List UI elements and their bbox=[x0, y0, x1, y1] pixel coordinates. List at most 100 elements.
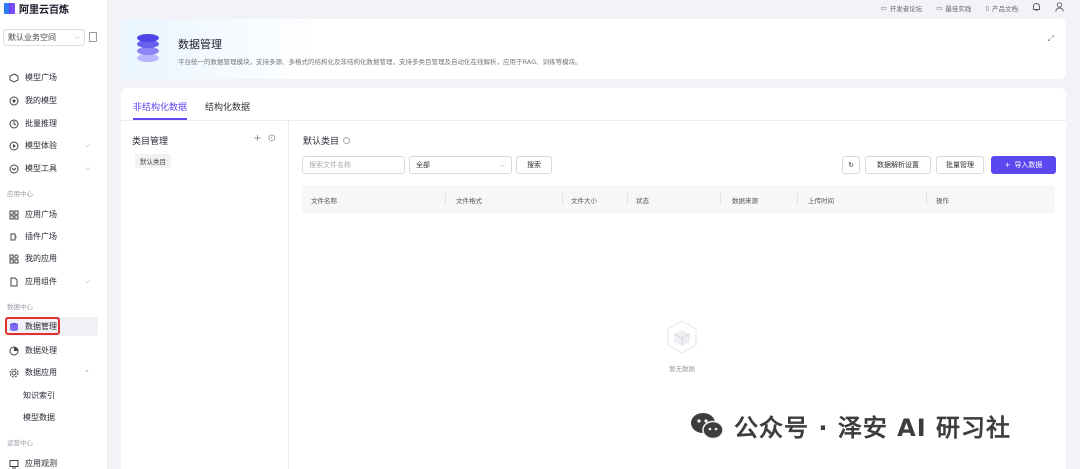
sidebar-item-label: 应用广场 bbox=[25, 210, 57, 219]
column-separator bbox=[926, 193, 927, 205]
wechat-icon bbox=[691, 412, 724, 439]
forum-icon: ▭ bbox=[880, 4, 887, 12]
highlight-outline bbox=[5, 317, 60, 335]
plus-icon[interactable]: + bbox=[253, 133, 261, 144]
apps-icon bbox=[9, 253, 19, 264]
group-label-app-center: 应用中心 bbox=[7, 190, 33, 198]
sidebar-item-plugin-square[interactable]: 插件广场 bbox=[6, 227, 98, 246]
logo-icon bbox=[4, 3, 15, 14]
topbar-link-docs[interactable]: ▯ 产品文档 bbox=[985, 3, 1018, 13]
sidebar-item-label: 插件广场 bbox=[25, 232, 57, 241]
chevron-down-icon: ⌵ bbox=[499, 160, 505, 169]
component-icon bbox=[9, 277, 19, 287]
column-header-file-format: 文件格式 bbox=[456, 197, 482, 205]
refresh-icon: ↻ bbox=[848, 161, 854, 169]
grid-icon bbox=[9, 210, 19, 220]
page-title: 数据管理 bbox=[178, 38, 222, 51]
sidebar-item-label: 模型工具 bbox=[25, 164, 57, 173]
plugin-icon bbox=[9, 232, 19, 242]
sidebar-item-batch-inference[interactable]: 批量推理 bbox=[6, 114, 98, 133]
sidebar-item-knowledge-index[interactable]: 知识索引 bbox=[6, 386, 98, 405]
cube-icon bbox=[9, 72, 19, 83]
sidebar-item-data-apps[interactable]: 数据应用 ⌃ bbox=[6, 363, 98, 382]
group-label-data-center: 数据中心 bbox=[7, 303, 33, 311]
page-description: 平台统一的数据管理模块，支持多源、多格式的结构化及非结构化数据管理，支持多类目管… bbox=[178, 58, 582, 66]
sidebar-item-my-apps[interactable]: 我的应用 bbox=[6, 249, 98, 268]
tab-unstructured-data[interactable]: 非结构化数据 bbox=[133, 88, 188, 120]
sidebar-item-label: 我的应用 bbox=[25, 254, 57, 263]
topbar-link-best-practices[interactable]: ▭ 最佳实践 bbox=[936, 3, 971, 13]
column-header-data-source: 数据来源 bbox=[732, 197, 758, 205]
sidebar-item-app-square[interactable]: 应用广场 bbox=[6, 205, 98, 224]
settings-icon[interactable]: ⊙ bbox=[268, 133, 276, 144]
sidebar-item-label: 知识索引 bbox=[23, 391, 55, 400]
topbar-link-label: 产品文档 bbox=[992, 5, 1018, 13]
sidebar-item-data-processing[interactable]: 数据处理 bbox=[6, 341, 98, 360]
expand-icon[interactable]: ⤢ bbox=[1048, 34, 1054, 44]
database-icon bbox=[137, 34, 159, 62]
column-separator bbox=[445, 193, 446, 205]
column-header-file-size: 文件大小 bbox=[571, 197, 597, 205]
sidebar-item-model-data[interactable]: 模型数据 bbox=[6, 408, 98, 427]
column-header-actions: 操作 bbox=[936, 197, 949, 205]
batch-icon bbox=[9, 119, 19, 129]
user-icon[interactable] bbox=[1055, 2, 1064, 14]
plus-icon: + bbox=[1004, 161, 1011, 169]
monitor-icon bbox=[9, 459, 19, 469]
refresh-button[interactable]: ↻ bbox=[842, 156, 860, 174]
tool-icon bbox=[9, 164, 19, 174]
document-icon[interactable] bbox=[89, 32, 97, 42]
category-title: 类目管理 bbox=[132, 137, 169, 147]
sidebar-item-app-monitoring[interactable]: 应用观测 bbox=[6, 454, 98, 469]
select-value: 全部 bbox=[416, 161, 430, 169]
column-separator bbox=[720, 193, 721, 205]
sidebar-item-label: 批量推理 bbox=[25, 119, 57, 128]
button-label: 导入数据 bbox=[1014, 161, 1043, 169]
chevron-up-icon: ⌃ bbox=[84, 368, 90, 377]
sidebar-item-label: 模型数据 bbox=[23, 413, 55, 422]
category-item-default[interactable]: 默认类目 bbox=[135, 154, 171, 168]
sidebar-item-label: 模型广场 bbox=[25, 73, 57, 82]
empty-state: 暂无数据 bbox=[658, 319, 706, 373]
category-actions: + ⊙ bbox=[253, 133, 276, 144]
document-icon: ▯ bbox=[985, 4, 989, 12]
sidebar-item-my-models[interactable]: 我的模型 bbox=[6, 91, 98, 110]
sidebar-item-model-tools[interactable]: 模型工具 ⌵ bbox=[6, 159, 98, 178]
topbar-link-label: 开发者论坛 bbox=[889, 5, 923, 13]
practice-icon: ▭ bbox=[936, 4, 943, 12]
page-header-card: 数据管理 平台统一的数据管理模块，支持多源、多格式的结构化及非结构化数据管理，支… bbox=[121, 19, 1066, 79]
column-header-upload-time: 上传时间 bbox=[808, 197, 834, 205]
sidebar-item-label: 数据应用 bbox=[25, 368, 57, 377]
topbar-link-label: 最佳实践 bbox=[945, 5, 972, 13]
topbar-link-forum[interactable]: ▭ 开发者论坛 bbox=[881, 3, 923, 13]
chevron-down-icon: ⌵ bbox=[84, 141, 90, 149]
search-button[interactable]: 搜索 bbox=[516, 156, 552, 174]
status-filter-select[interactable]: 全部 ⌵ bbox=[409, 156, 512, 174]
empty-state-text: 暂无数据 bbox=[669, 365, 695, 373]
sidebar-item-model-square[interactable]: 模型广场 bbox=[6, 68, 98, 87]
sidebar-item-app-components[interactable]: 应用组件 ⌵ bbox=[6, 272, 98, 291]
sidebar-item-label: 应用组件 bbox=[25, 277, 57, 286]
sidebar-item-label: 我的模型 bbox=[25, 96, 57, 105]
app-name: 阿里云百炼 bbox=[19, 5, 69, 16]
column-separator bbox=[627, 193, 628, 205]
sidebar-item-label: 数据处理 bbox=[25, 346, 57, 355]
app-logo[interactable]: 阿里云百炼 bbox=[4, 1, 69, 16]
sidebar-item-label: 模型体验 bbox=[25, 141, 57, 150]
category-panel: 类目管理 + ⊙ 默认类目 bbox=[121, 121, 289, 469]
import-data-button[interactable]: + 导入数据 bbox=[991, 156, 1056, 174]
file-search-input[interactable] bbox=[302, 156, 405, 174]
tab-bar: 非结构化数据 结构化数据 bbox=[133, 88, 250, 120]
sidebar: 阿里云百炼 默认业务空间 ⌵ 模型广场 我的模型 批量推理 模型体验 ⌵ 模型工… bbox=[0, 0, 108, 469]
batch-manage-button[interactable]: 批量管理 bbox=[936, 156, 984, 174]
bell-icon[interactable] bbox=[1032, 2, 1041, 14]
column-header-status: 状态 bbox=[636, 197, 649, 205]
tab-structured-data[interactable]: 结构化数据 bbox=[205, 88, 250, 120]
info-icon[interactable] bbox=[343, 137, 351, 144]
gear-icon bbox=[9, 368, 19, 378]
column-separator bbox=[562, 193, 563, 205]
workspace-select[interactable]: 默认业务空间 ⌵ bbox=[3, 29, 85, 46]
workspace-label: 默认业务空间 bbox=[8, 33, 56, 42]
sidebar-item-model-experience[interactable]: 模型体验 ⌵ bbox=[6, 136, 98, 155]
parse-settings-button[interactable]: 数据解析设置 bbox=[865, 156, 931, 174]
